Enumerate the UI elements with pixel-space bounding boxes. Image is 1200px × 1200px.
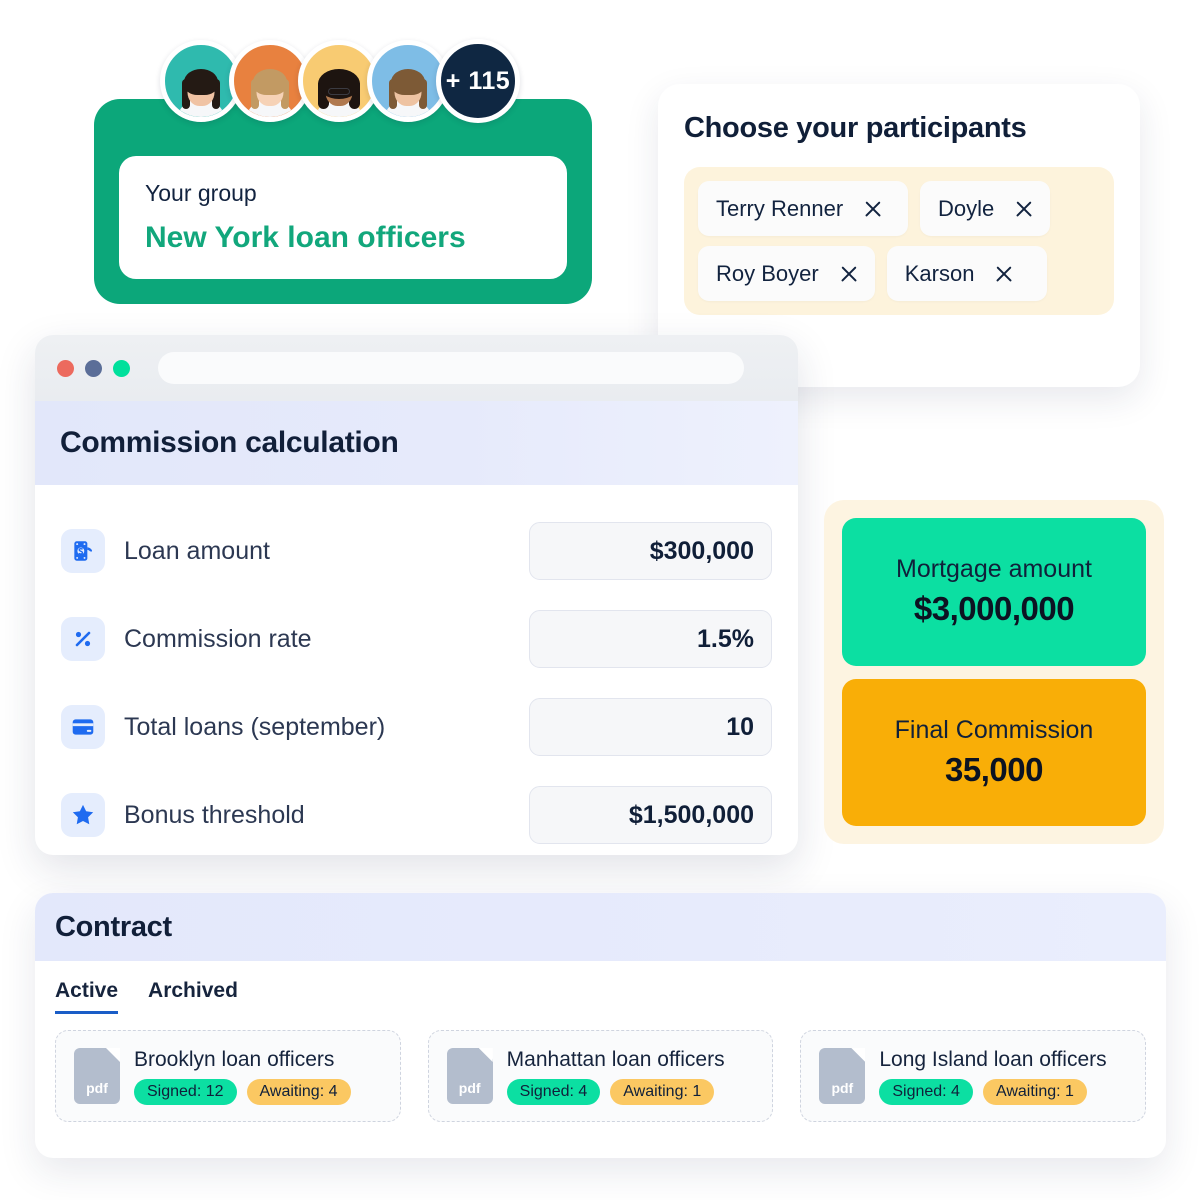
calculator-body: Loan amount $300,000 Commission rate 1.5… (35, 485, 798, 855)
avatar-overflow-count[interactable]: + 115 (436, 39, 520, 123)
calculator-header: Commission calculation (35, 401, 798, 485)
participant-chip[interactable]: Karson (886, 246, 1047, 301)
contract-name: Long Island loan officers (879, 1047, 1107, 1071)
row-label: Loan amount (124, 536, 270, 565)
browser-window: Commission calculation Loan amount $300,… (35, 335, 798, 855)
contract-name: Manhattan loan officers (506, 1047, 725, 1071)
status-badge-signed: Signed: 12 (134, 1078, 237, 1105)
url-input[interactable] (158, 352, 744, 384)
status-badge-signed: Signed: 4 (879, 1078, 973, 1105)
calc-row-total-loans: Total loans (september) 10 (61, 683, 772, 771)
minimize-dot-icon[interactable] (85, 359, 102, 377)
participant-name: Roy Boyer (716, 260, 819, 286)
final-commission-tile: Final Commission 35,000 (842, 678, 1146, 826)
group-name: New York loan officers (145, 220, 466, 254)
mortgage-amount-tile: Mortgage amount $3,000,000 (842, 518, 1146, 666)
window-controls (57, 359, 130, 377)
close-icon[interactable] (1014, 199, 1034, 219)
tab-archived[interactable]: Archived (148, 979, 238, 1014)
maximize-dot-icon[interactable] (113, 359, 130, 377)
participants-title: Choose your participants (684, 112, 1027, 144)
participant-chip[interactable]: Doyle (920, 181, 1051, 236)
avatar-hair (253, 69, 287, 95)
avatar-hair (391, 69, 425, 95)
contract-name: Brooklyn loan officers (134, 1047, 335, 1071)
close-icon[interactable] (839, 264, 859, 284)
glasses-icon (328, 88, 350, 95)
page-title: Commission calculation (60, 426, 399, 459)
calc-row-commission-rate: Commission rate 1.5% (61, 595, 772, 683)
contract-card[interactable]: pdf Brooklyn loan officers Signed: 12 Aw… (55, 1030, 401, 1122)
pdf-file-icon: pdf (74, 1048, 120, 1104)
pdf-file-icon: pdf (819, 1048, 866, 1104)
group-card: + 115 Your group New York loan officers (94, 39, 592, 304)
row-label: Total loans (september) (124, 712, 386, 741)
calc-row-bonus-threshold: Bonus threshold $1,500,000 (61, 771, 772, 855)
participant-name: Doyle (938, 195, 995, 221)
contract-card[interactable]: pdf Long Island loan officers Signed: 4 … (800, 1030, 1147, 1122)
final-commission-label: Final Commission (894, 715, 1094, 744)
row-label: Commission rate (124, 624, 312, 653)
page-root: + 115 Your group New York loan officers … (0, 0, 1200, 1200)
status-badge-awaiting: Awaiting: 1 (610, 1078, 715, 1105)
credit-card-icon (61, 705, 105, 749)
row-label: Bonus threshold (124, 800, 305, 829)
avatar-face (246, 69, 294, 117)
contract-title: Contract (55, 910, 172, 943)
avatar-hair (184, 69, 218, 95)
contract-card-list: pdf Brooklyn loan officers Signed: 12 Aw… (35, 1014, 1166, 1122)
star-icon (61, 793, 105, 837)
participant-chip[interactable]: Terry Renner (698, 181, 908, 236)
tab-active[interactable]: Active (55, 979, 119, 1014)
total-loans-input[interactable]: 10 (529, 698, 772, 756)
contract-panel: Contract Active Archived pdf Brooklyn lo… (35, 893, 1166, 1158)
contract-header: Contract (35, 893, 1166, 961)
percent-icon (61, 617, 105, 661)
avatar-face (315, 69, 363, 117)
participant-name: Karson (904, 260, 975, 286)
group-info-box: Your group New York loan officers (119, 156, 567, 279)
avatar-face (384, 69, 432, 117)
calc-row-loan-amount: Loan amount $300,000 (61, 507, 772, 595)
bonus-threshold-input[interactable]: $1,500,000 (529, 786, 772, 844)
results-card: Mortgage amount $3,000,000 Final Commiss… (824, 500, 1164, 844)
final-commission-value: 35,000 (945, 750, 1043, 788)
avatar-face (177, 69, 225, 117)
browser-titlebar (35, 335, 798, 401)
status-badge-awaiting: Awaiting: 1 (982, 1078, 1087, 1105)
contract-card[interactable]: pdf Manhattan loan officers Signed: 4 Aw… (427, 1030, 774, 1122)
group-label: Your group (145, 180, 257, 206)
avatar-stack: + 115 (160, 39, 520, 123)
participant-name: Terry Renner (716, 195, 844, 221)
close-dot-icon[interactable] (57, 359, 74, 377)
close-icon[interactable] (994, 264, 1014, 284)
status-badge-awaiting: Awaiting: 4 (246, 1078, 351, 1105)
status-badge-signed: Signed: 4 (506, 1078, 601, 1105)
commission-rate-input[interactable]: 1.5% (529, 610, 772, 668)
loan-amount-input[interactable]: $300,000 (529, 522, 772, 580)
contract-tabs: Active Archived (35, 961, 1166, 1014)
participants-chip-container: Terry Renner Doyle Roy Boyer Karson (684, 167, 1114, 315)
pdf-file-icon: pdf (446, 1048, 493, 1104)
close-icon[interactable] (863, 199, 883, 219)
mortgage-amount-value: $3,000,000 (913, 590, 1075, 628)
participant-chip[interactable]: Roy Boyer (698, 246, 875, 301)
mortgage-amount-label: Mortgage amount (896, 555, 1092, 584)
money-hand-icon (61, 529, 105, 573)
